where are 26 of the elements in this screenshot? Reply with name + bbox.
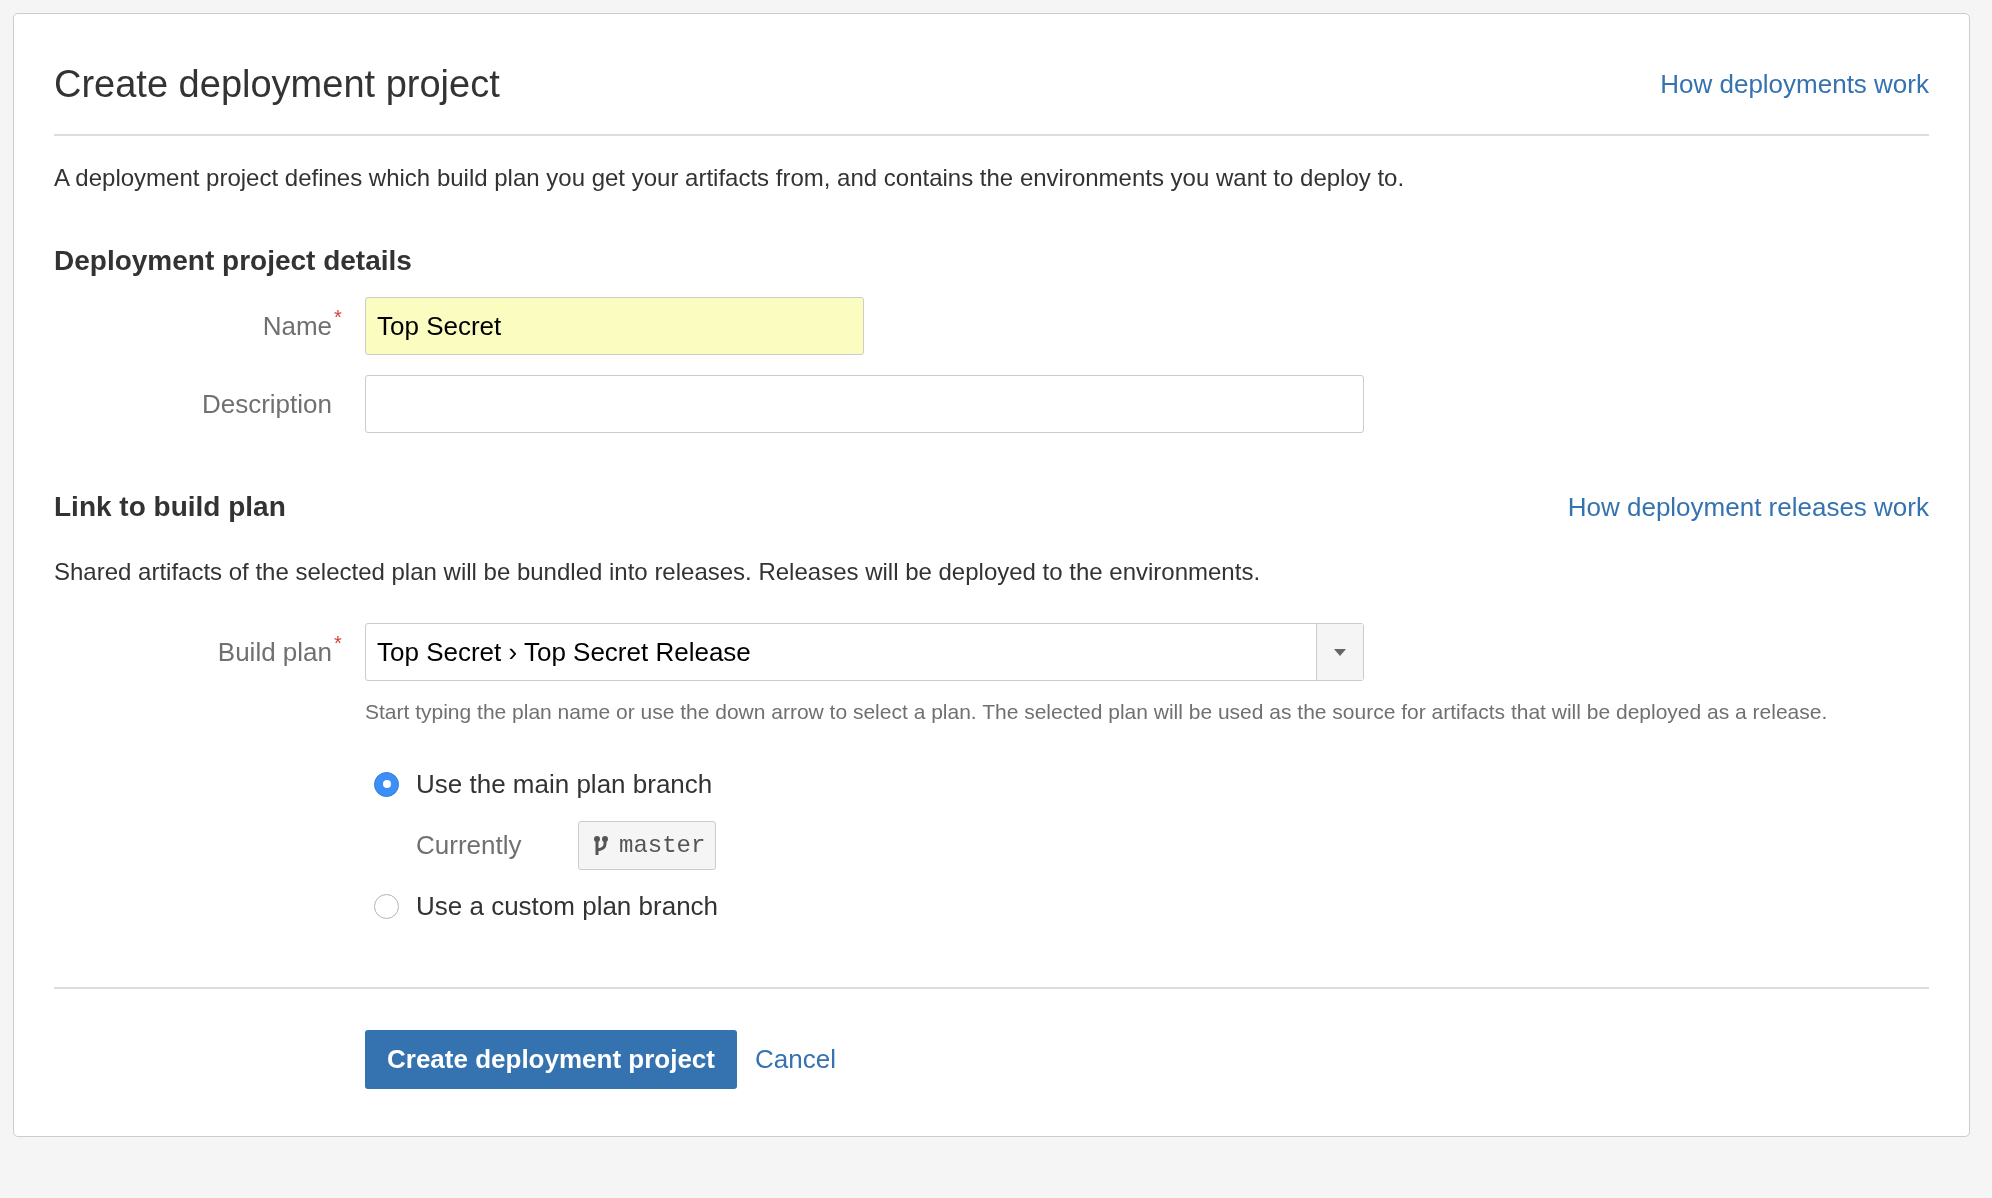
section-description: Shared artifacts of the selected plan will be bundled into releases. Releases will be deployed to the environments. [54, 557, 1262, 587]
text-field[interactable] [365, 375, 1364, 433]
radio-label[interactable]: Use a custom plan branch [416, 890, 719, 922]
page-title: Create deployment project [54, 62, 500, 106]
caret-down-icon [1334, 648, 1346, 656]
field-label: Name [262, 310, 332, 343]
create-button[interactable]: Create deployment project [365, 1030, 737, 1089]
help-link[interactable]: How deployments work [1660, 68, 1929, 100]
intro-text: A deployment project defines which build plan you get your artifacts from, and contains the environments you want to deploy to. [54, 163, 1406, 193]
field-label: Build plan [217, 636, 332, 669]
radio-label[interactable]: Use the main plan branch [416, 768, 713, 800]
help-text: Start typing the plan name or use the down arrow to select a plan. The selected plan will be used as the source for artifacts that will be deployed as a release. [365, 699, 1829, 725]
text-field[interactable]: Top Secret [365, 297, 864, 355]
radio-button[interactable] [374, 893, 399, 919]
section-heading: Link to build plan [54, 490, 286, 524]
field-label: Description [201, 388, 332, 421]
radio-button[interactable] [374, 771, 399, 797]
current-branch-label: Currently [416, 830, 523, 861]
branch-badge: master [578, 821, 717, 870]
required-marker: * [333, 307, 343, 327]
plan-select[interactable]: Top Secret › Top Secret Release [365, 623, 1364, 681]
required-marker: * [333, 633, 343, 653]
cancel-link[interactable]: Cancel [755, 1044, 836, 1075]
help-link[interactable]: How deployment releases work [1567, 491, 1929, 523]
branch-icon [593, 834, 609, 857]
section-heading: Deployment project details [54, 244, 413, 278]
